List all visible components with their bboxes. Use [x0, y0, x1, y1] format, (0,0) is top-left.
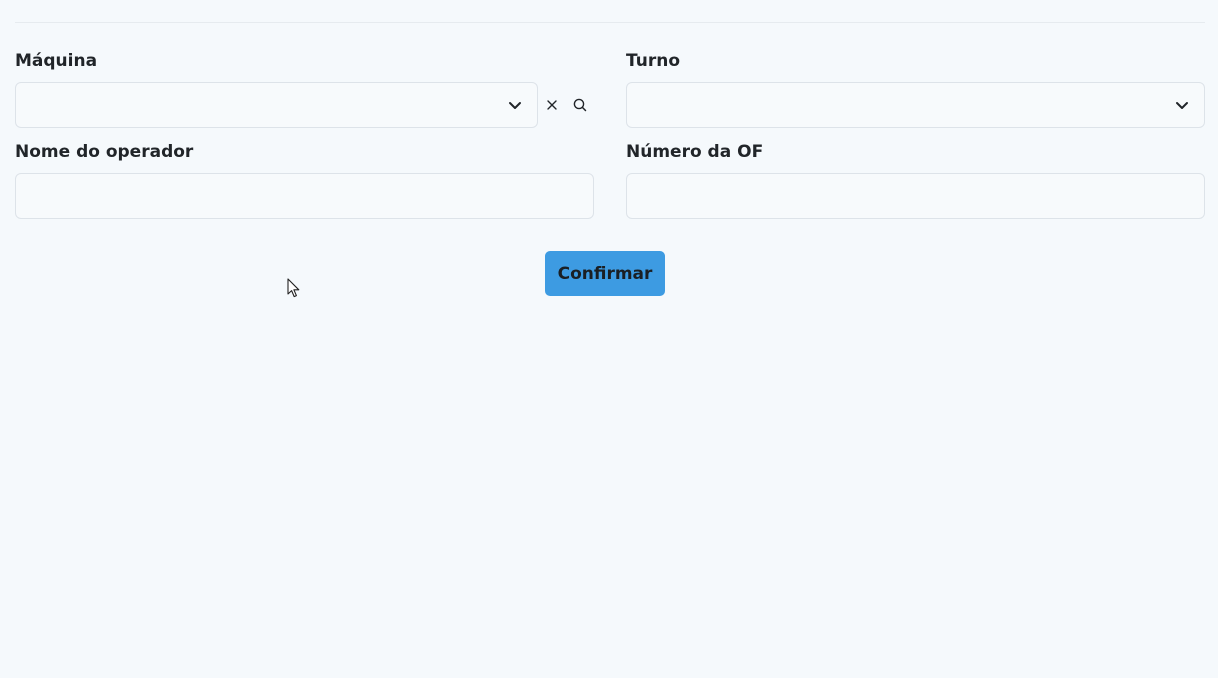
chevron-down-icon: [1176, 102, 1188, 109]
numero-of-label: Número da OF: [626, 142, 764, 162]
close-icon[interactable]: [543, 96, 561, 114]
turno-select[interactable]: [626, 82, 1205, 128]
chevron-down-icon: [509, 102, 521, 109]
operador-label: Nome do operador: [15, 142, 194, 162]
mouse-cursor-icon: [287, 278, 300, 298]
maquina-label: Máquina: [15, 51, 98, 71]
maquina-select[interactable]: [15, 82, 538, 128]
numero-of-input[interactable]: [626, 173, 1205, 219]
search-icon[interactable]: [571, 96, 589, 114]
header-divider: [15, 22, 1205, 23]
turno-label: Turno: [626, 51, 680, 71]
operador-input[interactable]: [15, 173, 594, 219]
confirm-button[interactable]: Confirmar: [545, 251, 665, 296]
machine-entry-form: Máquina Turno Nome do operador Número da…: [0, 0, 1218, 678]
